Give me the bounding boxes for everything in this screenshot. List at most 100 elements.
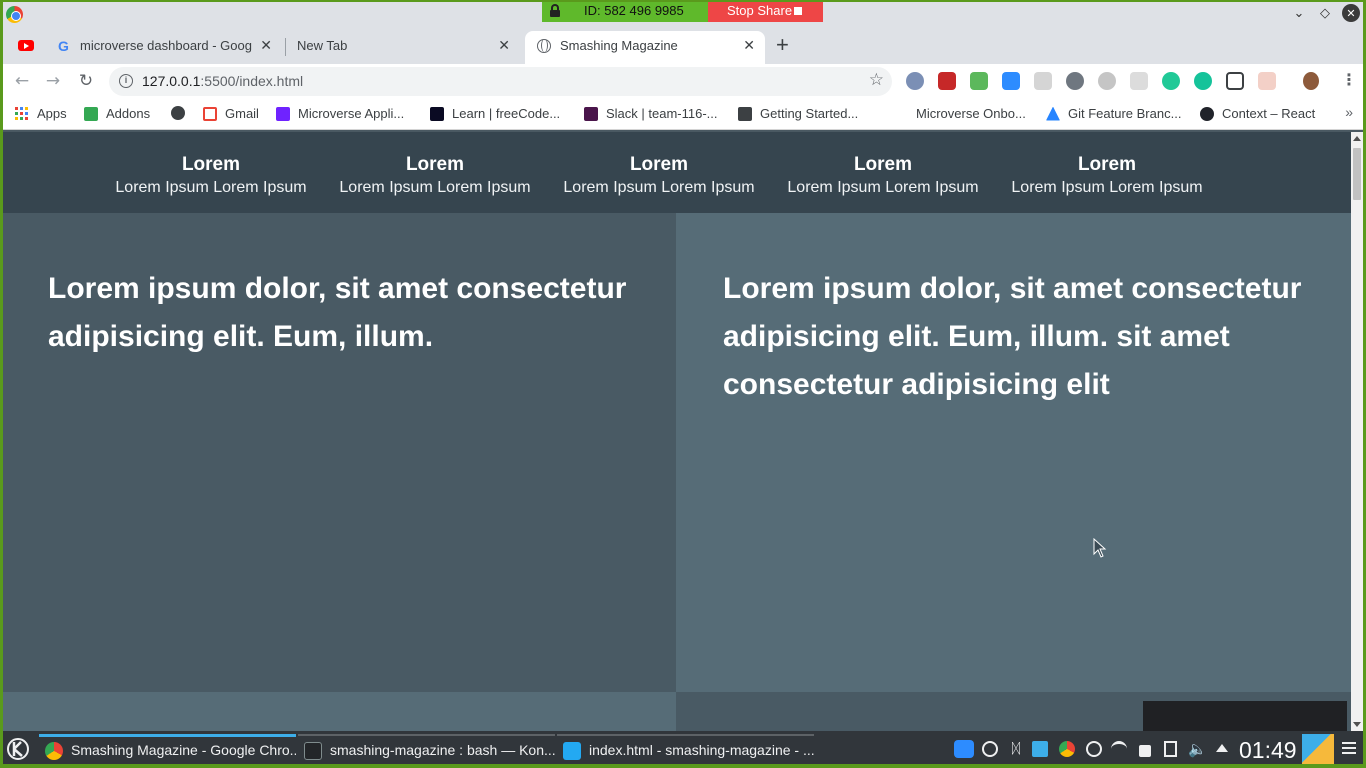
youtube-tab-icon[interactable] bbox=[18, 40, 34, 51]
grammarly-icon[interactable] bbox=[1194, 72, 1212, 90]
browser-tab-strip: ID: 582 496 9985 Stop Share ⌄ ◇ ✕ G micr… bbox=[0, 0, 1366, 64]
bookmark-slack[interactable]: Slack | team-116-... bbox=[584, 106, 718, 121]
browser-toolbar: ← → ↻ i 127.0.0.1:5500/index.html ☆ ⋮ bbox=[3, 64, 1363, 98]
bluetooth-icon[interactable]: ᛞ bbox=[1008, 741, 1024, 757]
screen-share-id: ID: 582 496 9985 bbox=[542, 0, 708, 22]
nav-item[interactable]: Lorem Lorem Ipsum Lorem Ipsum bbox=[335, 154, 535, 200]
url-text[interactable]: 127.0.0.1:5500/index.html bbox=[142, 73, 303, 89]
tab-smashing-magazine[interactable]: Smashing Magazine ✕ bbox=[525, 31, 765, 64]
bookmark-star-icon[interactable]: ☆ bbox=[869, 70, 884, 90]
address-bar[interactable]: i 127.0.0.1:5500/index.html ☆ bbox=[109, 67, 892, 96]
scroll-up-arrow-icon[interactable] bbox=[1353, 136, 1361, 141]
task-vscode[interactable]: index.html - smashing-magazine - ... bbox=[557, 734, 814, 766]
tab-close-icon[interactable]: ✕ bbox=[498, 31, 510, 61]
bookmark-apps[interactable]: Apps bbox=[15, 106, 67, 121]
zoom-tray-icon[interactable] bbox=[954, 740, 974, 758]
globe-icon bbox=[171, 106, 185, 120]
notification-icon[interactable] bbox=[1032, 741, 1048, 757]
minimize-chevron-icon[interactable]: ⌄ bbox=[1290, 4, 1308, 22]
scroll-down-arrow-icon[interactable] bbox=[1353, 722, 1361, 727]
microverse-icon bbox=[276, 106, 290, 121]
nav-item[interactable]: Lorem Lorem Ipsum Lorem Ipsum bbox=[559, 154, 759, 200]
puzzle-icon bbox=[84, 106, 98, 121]
globe-icon bbox=[537, 39, 551, 53]
apps-grid-icon bbox=[15, 107, 29, 120]
hero-left-heading: Lorem ipsum dolor, sit amet consectetur … bbox=[48, 272, 627, 353]
zoom-extension-icon[interactable] bbox=[1002, 72, 1020, 90]
bookmark-globe[interactable] bbox=[171, 106, 185, 120]
bookmark-freecodecamp[interactable]: Learn | freeCode... bbox=[430, 106, 560, 121]
bookmarks-bar: Apps Addons Gmail Microverse Appli... Le… bbox=[3, 98, 1363, 130]
extension-icon[interactable] bbox=[1162, 72, 1180, 90]
panel-menu-icon[interactable] bbox=[1342, 742, 1356, 757]
chrome-tray-icon[interactable] bbox=[1059, 741, 1075, 757]
nav-item[interactable]: Lorem Lorem Ipsum Lorem Ipsum bbox=[111, 154, 311, 200]
extension-icon[interactable] bbox=[1098, 72, 1116, 90]
atlassian-icon bbox=[1046, 106, 1060, 121]
profile-avatar[interactable] bbox=[1303, 72, 1319, 90]
section-left-block bbox=[3, 692, 676, 731]
tab-separator bbox=[285, 38, 286, 56]
bookmarks-overflow-icon[interactable]: » bbox=[1345, 104, 1353, 120]
reload-icon[interactable]: ↻ bbox=[75, 70, 97, 92]
kde-launcher-icon[interactable] bbox=[6, 737, 30, 761]
bookmark-gmail[interactable]: Gmail bbox=[203, 106, 259, 121]
screenshot-extension-icon[interactable] bbox=[1226, 72, 1244, 90]
react-icon bbox=[1200, 106, 1214, 121]
bookmark-context-react[interactable]: Context – React bbox=[1200, 106, 1315, 121]
konsole-icon bbox=[304, 742, 322, 760]
show-desktop-button[interactable] bbox=[1302, 734, 1334, 766]
tab-microverse-dashboard[interactable]: G microverse dashboard - Goog ✕ bbox=[50, 31, 282, 64]
vscode-icon bbox=[563, 742, 581, 760]
forward-arrow-icon[interactable]: → bbox=[42, 70, 64, 92]
bookmark-microverse-apply[interactable]: Microverse Appli... bbox=[276, 106, 404, 121]
site-nav: Lorem Lorem Ipsum Lorem Ipsum Lorem Lore… bbox=[3, 132, 1351, 213]
volume-icon[interactable]: 🔈 bbox=[1188, 741, 1207, 757]
nav-item[interactable]: Lorem Lorem Ipsum Lorem Ipsum bbox=[1007, 154, 1207, 200]
site-info-icon[interactable]: i bbox=[119, 74, 133, 88]
lock-icon[interactable] bbox=[1139, 745, 1151, 757]
chrome-menu-icon[interactable]: ⋮ bbox=[1341, 70, 1357, 89]
extension-icon[interactable] bbox=[1258, 72, 1276, 90]
back-arrow-icon[interactable]: ← bbox=[11, 70, 33, 92]
clipboard-icon[interactable] bbox=[1164, 741, 1177, 757]
scrollbar-thumb[interactable] bbox=[1353, 148, 1361, 200]
pause-icon[interactable] bbox=[982, 741, 998, 757]
extension-icon[interactable] bbox=[1066, 72, 1084, 90]
bookmark-addons[interactable]: Addons bbox=[84, 106, 150, 121]
new-tab-button[interactable]: + bbox=[776, 34, 789, 56]
hero-right-column: Lorem ipsum dolor, sit amet consectetur … bbox=[676, 213, 1351, 692]
bookmark-git-feature-branch[interactable]: Git Feature Branc... bbox=[1046, 106, 1181, 121]
tray-expand-icon[interactable] bbox=[1216, 744, 1228, 752]
extension-icon[interactable] bbox=[970, 72, 988, 90]
page-scrollbar[interactable] bbox=[1351, 132, 1363, 731]
dark-block bbox=[1143, 701, 1347, 731]
hero-left-column: Lorem ipsum dolor, sit amet consectetur … bbox=[3, 213, 676, 692]
window-close-icon[interactable]: ✕ bbox=[1342, 4, 1360, 22]
tab-close-icon[interactable]: ✕ bbox=[743, 31, 755, 61]
tab-new-tab[interactable]: New Tab ✕ bbox=[290, 31, 520, 64]
bookmark-getting-started[interactable]: Getting Started... bbox=[738, 106, 858, 121]
extension-icon[interactable] bbox=[938, 72, 956, 90]
nav-item[interactable]: Lorem Lorem Ipsum Lorem Ipsum bbox=[783, 154, 983, 200]
update-icon[interactable] bbox=[1086, 741, 1102, 757]
extension-icon[interactable] bbox=[1130, 72, 1148, 90]
maximize-diamond-icon[interactable]: ◇ bbox=[1316, 4, 1334, 22]
taskbar: Smashing Magazine - Google Chro... smash… bbox=[0, 731, 1366, 768]
task-chrome[interactable]: Smashing Magazine - Google Chro... bbox=[39, 734, 296, 766]
clock[interactable]: 01:49 bbox=[1239, 734, 1297, 766]
gmail-icon bbox=[203, 106, 217, 121]
tab-close-icon[interactable]: ✕ bbox=[260, 31, 272, 61]
wifi-icon[interactable] bbox=[1111, 741, 1127, 757]
hero-right-heading: Lorem ipsum dolor, sit amet consectetur … bbox=[723, 272, 1302, 401]
bookmark-microverse-onboarding[interactable]: Microverse Onbo... bbox=[916, 106, 1026, 121]
freecodecamp-icon bbox=[430, 106, 444, 121]
extension-icon[interactable] bbox=[1034, 72, 1052, 90]
task-konsole[interactable]: smashing-magazine : bash — Kon... bbox=[298, 734, 555, 766]
page-viewport: Lorem Lorem Ipsum Lorem Ipsum Lorem Lore… bbox=[3, 132, 1351, 731]
slack-icon bbox=[584, 106, 598, 121]
window-controls: ⌄ ◇ ✕ bbox=[1290, 4, 1360, 22]
stop-square-icon bbox=[794, 7, 802, 15]
stop-share-button[interactable]: Stop Share bbox=[708, 0, 823, 22]
extension-icon[interactable] bbox=[906, 72, 924, 90]
